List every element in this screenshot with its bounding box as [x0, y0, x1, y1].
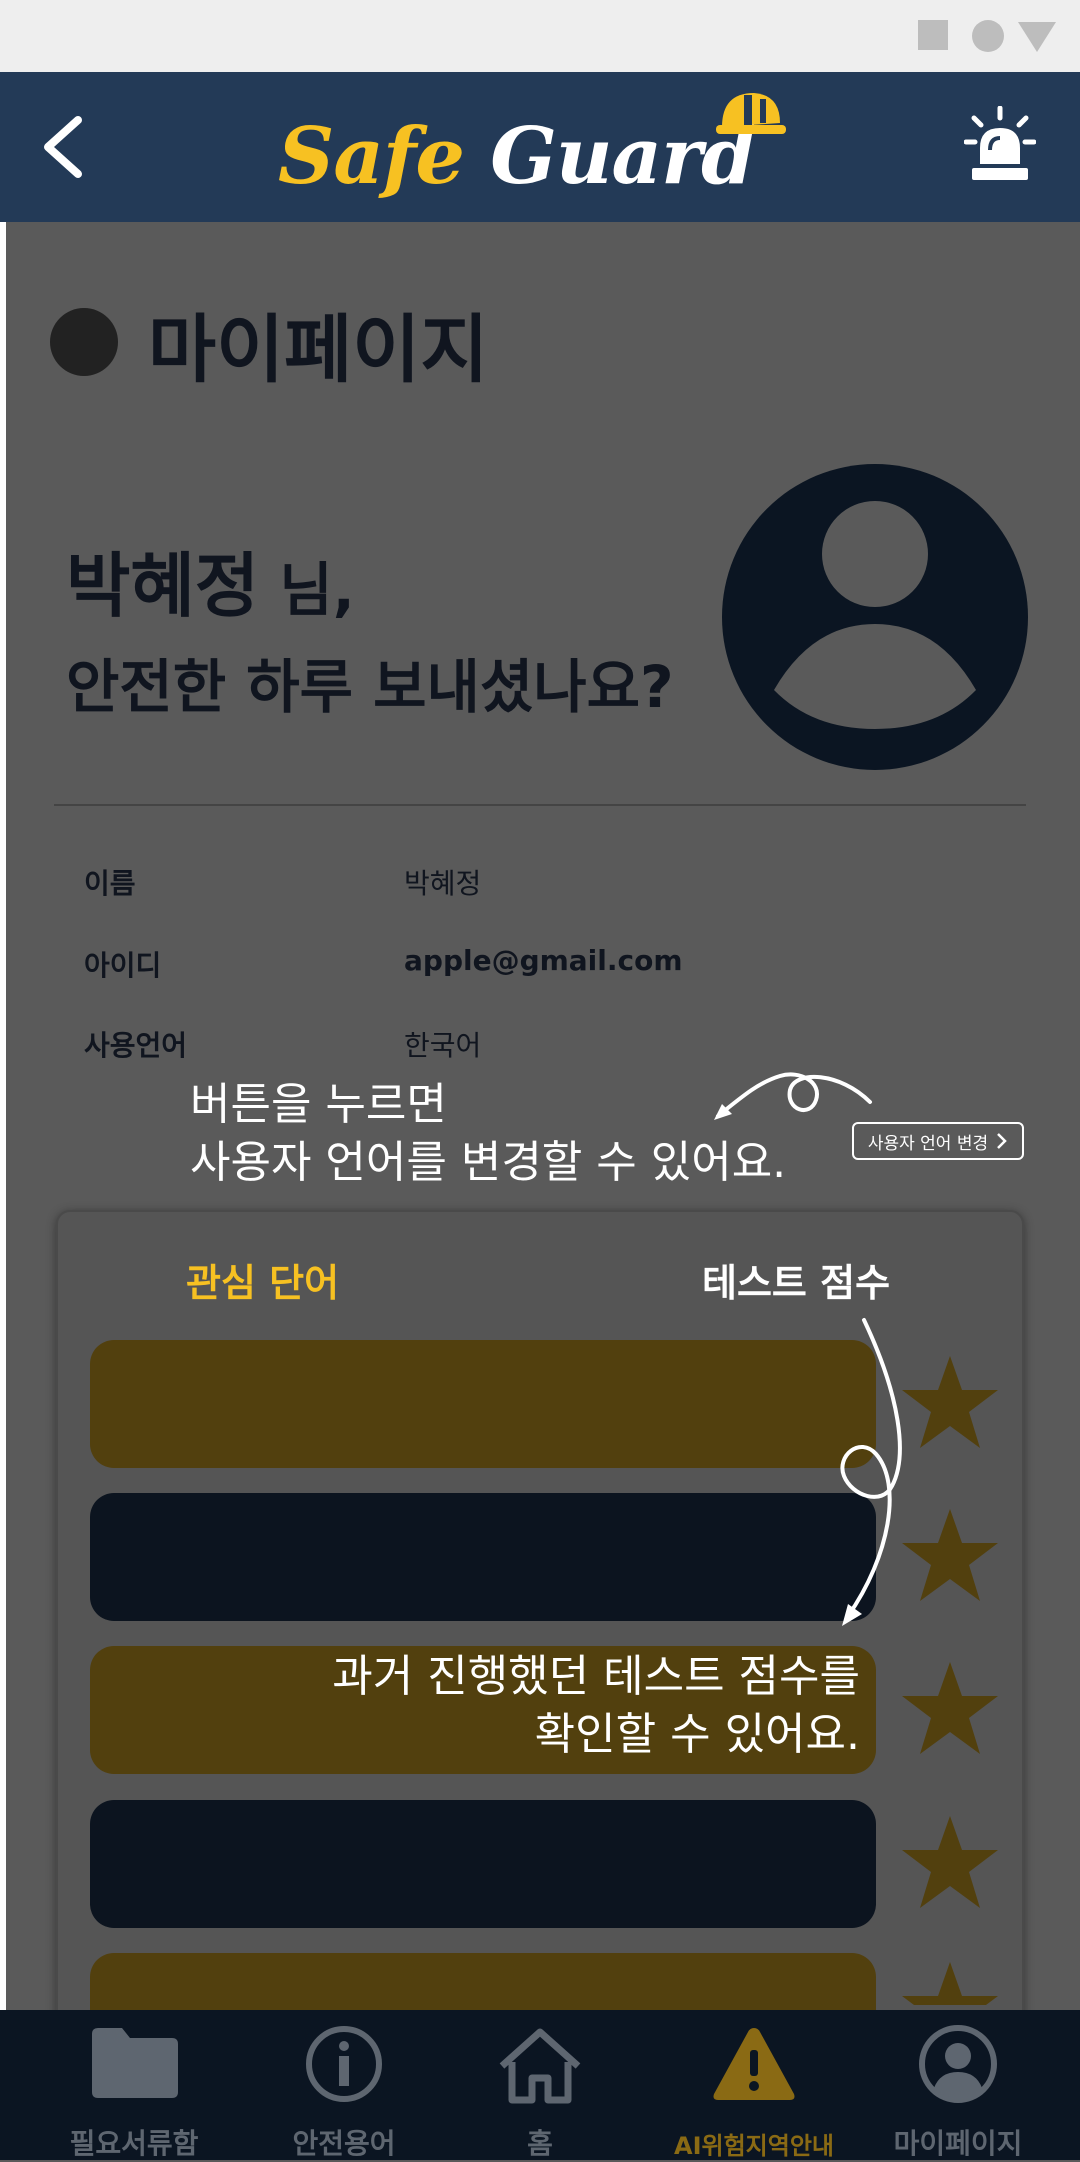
- greeting-name-line: 박혜정 님,: [66, 530, 355, 631]
- user-icon: [919, 2025, 997, 2103]
- nav-documents-label: 필요서류함: [69, 2127, 199, 2160]
- content-edge: [0, 222, 6, 2010]
- star-icon: [902, 1662, 998, 1754]
- home-icon: [499, 2028, 581, 2104]
- nav-my-page[interactable]: 마이페이지: [858, 2010, 1058, 2160]
- section-divider: [54, 804, 1026, 806]
- nav-my-page-label: 마이페이지: [893, 2127, 1023, 2160]
- nav-home[interactable]: 홈: [440, 2010, 640, 2160]
- hint-arrow-curl: [714, 1072, 872, 1120]
- nav-home-label: 홈: [527, 2127, 553, 2160]
- info-icon: [306, 2026, 382, 2102]
- siren-icon: [963, 105, 1037, 180]
- back-button[interactable]: [36, 112, 96, 182]
- language-hint-line2: 사용자 언어를 변경할 수 있어요.: [190, 1137, 787, 1188]
- score-row[interactable]: [90, 1340, 876, 1468]
- nav-documents[interactable]: 필요서류함: [34, 2010, 234, 2160]
- star-icon: [902, 1962, 998, 2005]
- app-logo: Safe Guard: [278, 87, 798, 207]
- app-header: Safe Guard: [0, 72, 1080, 222]
- circle-icon: [972, 20, 1004, 52]
- alarm-button[interactable]: [963, 105, 1037, 186]
- chevron-left-icon: [44, 116, 82, 178]
- nav-ai-danger-zone-label: AI위험지역안내: [674, 2132, 834, 2160]
- star-icon: [902, 1356, 998, 1448]
- folder-icon: [92, 2028, 178, 2098]
- nav-safety-terms[interactable]: 안전용어: [244, 2010, 444, 2160]
- language-hint-line1: 버튼을 누르면: [190, 1079, 447, 1130]
- score-row[interactable]: [90, 1953, 876, 2010]
- warning-icon: [713, 2028, 795, 2100]
- score-hint: 과거 진행했던 테스트 점수를 확인할 수 있어요.: [280, 1648, 860, 1764]
- greeting-suffix: 님,: [259, 556, 355, 624]
- tab-interest-words[interactable]: 관심 단어: [186, 1252, 339, 1307]
- bottom-navigation: 필요서류함 안전용어 홈 AI위험지역안내 마이페이지: [0, 2010, 1080, 2160]
- user-icon: [774, 501, 976, 729]
- name-value: 박혜정: [404, 867, 482, 900]
- language-value: 한국어: [404, 1029, 482, 1062]
- score-row[interactable]: [90, 1493, 876, 1621]
- star-icon: [902, 1816, 998, 1908]
- user-name: 박혜정: [66, 545, 260, 627]
- language-label: 사용언어: [84, 1029, 188, 1062]
- change-language-button[interactable]: 사용자 언어 변경: [852, 1122, 1024, 1160]
- change-language-label: 사용자 언어 변경: [867, 1133, 989, 1154]
- chevron-right-icon: [997, 1133, 1007, 1149]
- star-icon: [902, 1509, 998, 1601]
- name-label: 이름: [84, 867, 136, 900]
- triangle-icon: [1018, 22, 1056, 52]
- title-bullet: [50, 308, 118, 376]
- square-icon: [918, 20, 948, 50]
- id-label: 아이디: [84, 949, 162, 982]
- tab-test-scores[interactable]: 테스트 점수: [702, 1252, 890, 1307]
- score-row[interactable]: [90, 1800, 876, 1928]
- score-hint-line2: 확인할 수 있어요.: [534, 1709, 860, 1760]
- hint-arrow-swirl: [840, 1318, 902, 1626]
- id-value: apple@gmail.com: [404, 944, 683, 977]
- language-hint: 버튼을 누르면 사용자 언어를 변경할 수 있어요.: [190, 1076, 786, 1192]
- status-bar: [0, 0, 1080, 72]
- logo-safe-text: Safe: [278, 111, 465, 202]
- nav-ai-danger-zone[interactable]: AI위험지역안내: [654, 2010, 854, 2160]
- nav-safety-terms-label: 안전용어: [292, 2127, 396, 2160]
- score-hint-line1: 과거 진행했던 테스트 점수를: [332, 1651, 860, 1702]
- helmet-icon: [716, 93, 786, 134]
- greeting-question: 안전한 하루 보내셨나요?: [66, 653, 674, 721]
- page-title: 마이페이지: [148, 307, 489, 393]
- avatar[interactable]: [722, 464, 1028, 770]
